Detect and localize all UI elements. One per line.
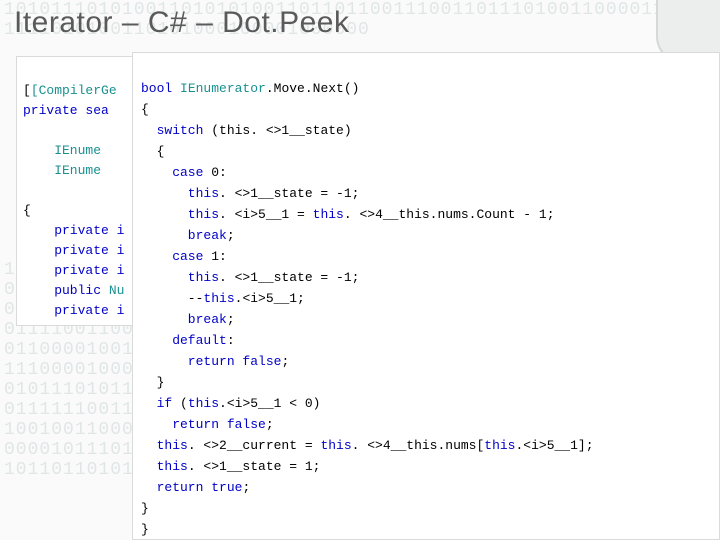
- code-panel-right: bool IEnumerator.Move.Next() { switch (t…: [132, 52, 720, 540]
- slide-title: Iterator – C# – Dot.Peek: [14, 6, 350, 40]
- code-panel-left: [[CompilerGe private sea IEnume IEnume {…: [16, 56, 150, 326]
